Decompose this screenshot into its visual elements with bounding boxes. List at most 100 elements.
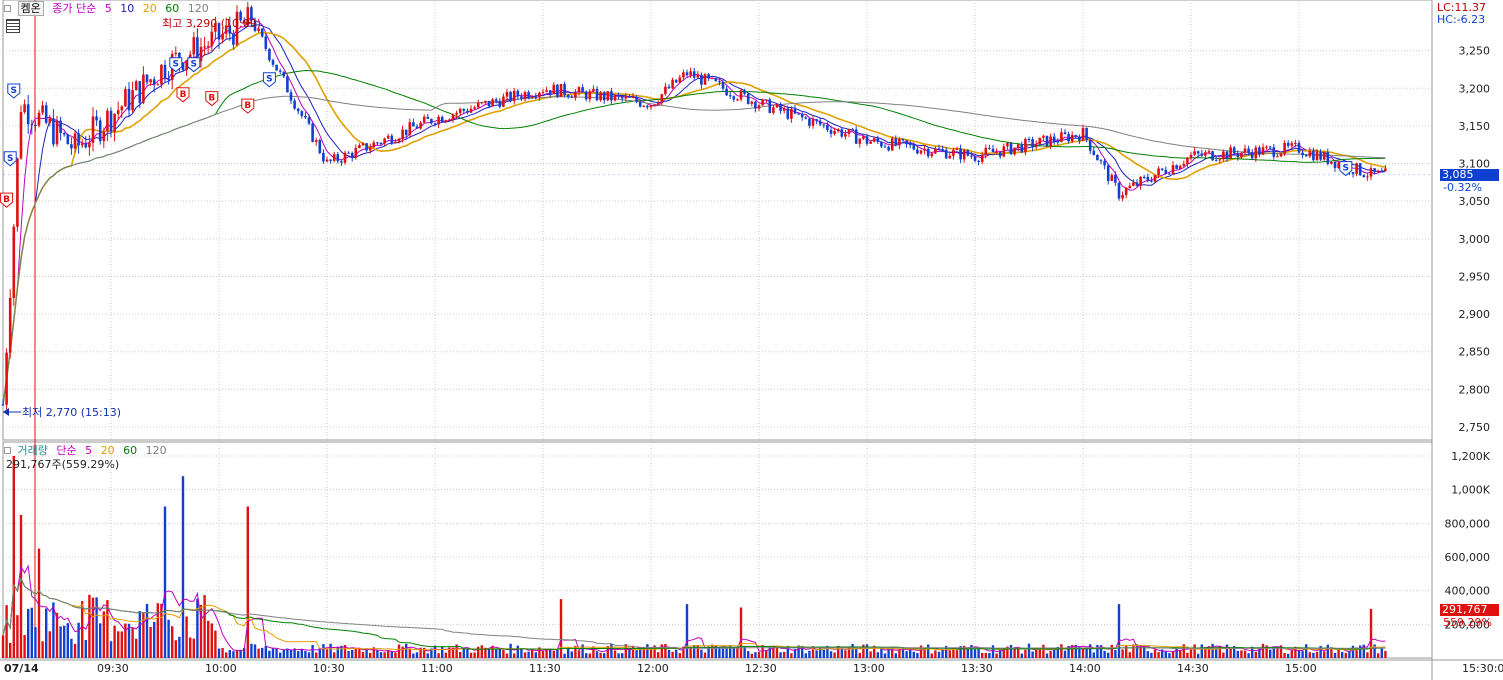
volume-bar — [613, 650, 617, 658]
candle-body — [289, 92, 293, 101]
candle-body — [984, 147, 988, 155]
volume-bar — [315, 652, 318, 658]
candle-body — [1250, 152, 1254, 159]
ma-legend-1: 5 — [104, 2, 112, 15]
candle-body — [12, 226, 16, 298]
volume-bar — [1038, 649, 1041, 658]
volume-bar — [916, 653, 919, 658]
candle-body — [52, 118, 55, 145]
volume-bar — [480, 645, 483, 658]
volume-bar — [977, 647, 980, 658]
volume-bar — [19, 514, 23, 658]
volume-bar — [322, 644, 325, 658]
volume-bar — [250, 643, 253, 658]
volume-bar — [520, 648, 523, 658]
volume-bar — [685, 604, 689, 658]
signal-letter: S — [1343, 164, 1349, 174]
candle-body — [671, 79, 674, 89]
candle-body — [156, 84, 160, 86]
volume-bar — [1045, 653, 1049, 658]
volume-bar — [1092, 652, 1095, 658]
volume-bar — [1164, 651, 1167, 658]
volume-bar — [27, 608, 30, 658]
time-tick-label: 14:30 — [1177, 662, 1209, 675]
candle-body — [1315, 151, 1319, 161]
price-candles — [1, 2, 1432, 416]
candle-body — [890, 138, 894, 151]
signal-letter: S — [173, 60, 179, 70]
vol-legend-3: 20 — [100, 444, 115, 457]
panel-menu-icon[interactable] — [4, 5, 11, 12]
candle-body — [1254, 147, 1258, 159]
volume-bar — [426, 653, 429, 658]
volume-panel-menu-icon[interactable] — [4, 447, 11, 454]
candle-body — [354, 148, 358, 158]
volume-bar — [394, 652, 397, 658]
volume-bar — [264, 645, 267, 658]
candle-body — [700, 74, 703, 85]
current-volume-tag: 291,767 — [1440, 604, 1499, 616]
volume-bar — [646, 644, 649, 658]
volume-bar — [563, 653, 566, 658]
candle-body — [1229, 147, 1232, 159]
candle-body — [955, 148, 959, 150]
candle-body — [343, 152, 347, 163]
candle-body — [1268, 146, 1272, 148]
candle-body — [1214, 160, 1218, 162]
candle-body — [174, 52, 178, 55]
candle-body — [116, 110, 120, 115]
volume-bar — [9, 642, 12, 658]
candle-body — [1261, 147, 1265, 155]
candle-body — [1142, 176, 1146, 178]
candle-body — [1351, 172, 1355, 174]
candle-body — [818, 120, 822, 125]
volume-bar — [1020, 653, 1023, 658]
volume-bar — [473, 652, 476, 658]
candle-body — [332, 154, 336, 161]
candle-body — [592, 88, 595, 92]
candle-body — [980, 154, 984, 162]
volume-bar — [822, 649, 825, 658]
candle-body — [296, 108, 300, 112]
candle-body — [883, 146, 887, 148]
candle-body — [1128, 185, 1132, 189]
volume-bar — [1229, 648, 1232, 658]
volume-bar — [210, 623, 213, 658]
volume-bar — [869, 651, 872, 658]
volume-bar — [660, 644, 663, 658]
candle-body — [1373, 168, 1376, 173]
volume-bar — [361, 651, 365, 658]
candle-body — [484, 100, 487, 103]
volume-bar — [214, 630, 217, 658]
candle-body — [1052, 136, 1056, 142]
volume-bar — [1132, 644, 1135, 658]
candle-body — [462, 109, 466, 111]
volume-bar — [5, 605, 8, 658]
table-toggle-icon[interactable] — [6, 19, 20, 33]
volume-bar — [1193, 644, 1196, 658]
candle-body — [613, 94, 617, 101]
candle-body — [1362, 175, 1366, 177]
volume-bar — [1258, 647, 1261, 658]
candle-body — [541, 91, 545, 93]
stock-name[interactable]: 켐온 — [17, 1, 44, 16]
candle-body — [916, 149, 919, 154]
candle-body — [520, 96, 523, 99]
candle-body — [77, 133, 80, 146]
volume-bar — [1301, 651, 1304, 658]
candle-body — [894, 138, 898, 146]
candle-body — [829, 129, 833, 134]
candle-body — [1034, 144, 1038, 148]
candle-body — [674, 79, 678, 83]
volume-bar — [498, 649, 501, 658]
candle-body — [1027, 138, 1031, 140]
candle-body — [102, 131, 106, 142]
volume-bar — [1168, 653, 1171, 658]
volume-bar — [181, 476, 185, 658]
vol-legend-2: 5 — [85, 444, 93, 457]
candle-body — [995, 152, 998, 154]
candle-body — [62, 133, 66, 135]
candle-body — [55, 120, 59, 145]
candle-body — [1060, 132, 1063, 142]
volume-bar — [444, 652, 447, 658]
